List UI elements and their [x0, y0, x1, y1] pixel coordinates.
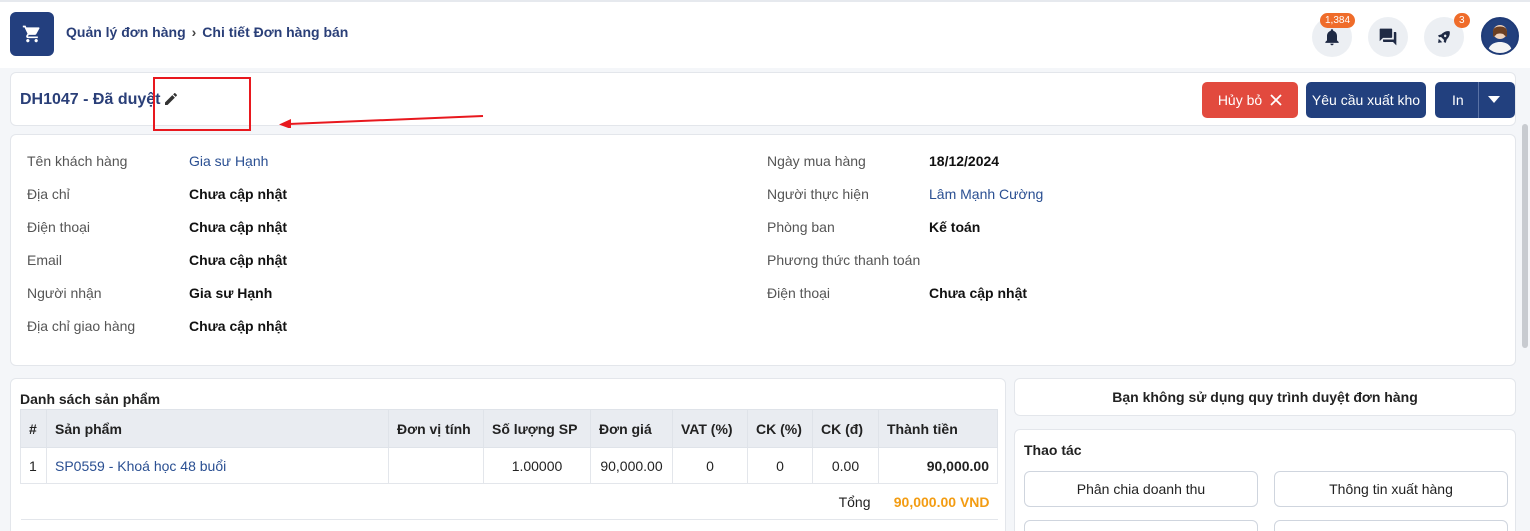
export-request-button[interactable]: Yêu cầu xuất kho: [1306, 82, 1426, 118]
value-shipping-address: Chưa cập nhật: [189, 318, 288, 334]
annotation-arrow-icon: [279, 115, 484, 128]
cancel-button-label: Hủy bỏ: [1217, 92, 1263, 108]
total-value: 90,000.00 VND: [878, 483, 998, 520]
value-performer[interactable]: Lâm Mạnh Cường: [929, 186, 1043, 202]
column-header: Số lượng SP: [483, 409, 591, 448]
notifications-badge: 1,384: [1320, 13, 1356, 28]
cell-line-total: 90,000.00: [878, 447, 998, 484]
approval-notice: Bạn không sử dụng quy trình duyệt đơn hà…: [1014, 378, 1516, 416]
cell-product[interactable]: SP0559 - Khoá học 48 buổi: [46, 447, 389, 484]
label-phone: Điện thoại: [27, 219, 91, 235]
product-table: # Sản phẩm Đơn vị tính Số lượng SP Đơn g…: [20, 409, 998, 520]
cell-unit-price: 90,000.00: [590, 447, 673, 484]
chat-icon: [1379, 28, 1397, 46]
label-address: Địa chỉ: [27, 186, 70, 202]
column-header: Đơn vị tính: [388, 409, 484, 448]
label-recipient: Người nhận: [27, 285, 102, 301]
cell-vat: 0: [672, 447, 748, 484]
actions-title: Thao tác: [1024, 442, 1082, 458]
label-phone-2: Điện thoại: [767, 285, 831, 301]
cell-discount-amount: 0.00: [812, 447, 879, 484]
order-title: DH1047 - Đã duyệt: [20, 91, 161, 108]
print-button-label: In: [1452, 92, 1464, 108]
value-department: Kế toán: [929, 219, 981, 235]
total-row: Tổng 90,000.00 VND: [20, 483, 998, 520]
cart-icon[interactable]: [10, 12, 54, 56]
revenue-split-button[interactable]: Phân chia doanh thu: [1024, 471, 1258, 507]
cell-index: 1: [20, 447, 47, 484]
page-scrollbar[interactable]: [1522, 124, 1528, 348]
product-list-title: Danh sách sản phẩm: [20, 391, 161, 407]
customer-info-card: Tên khách hàng Gia sư Hạnh Địa chỉ Chưa …: [10, 134, 1516, 366]
cell-quantity: 1.00000: [483, 447, 591, 484]
value-recipient: Gia sư Hạnh: [189, 285, 273, 301]
label-purchase-date: Ngày mua hàng: [767, 153, 866, 169]
total-label: Tổng: [20, 483, 879, 520]
table-row: 1 SP0559 - Khoá học 48 buổi 1.00000 90,0…: [20, 447, 998, 484]
cell-discount-percent: 0: [747, 447, 813, 484]
value-customer-name[interactable]: Gia sư Hạnh: [189, 153, 268, 169]
bell-icon: [1325, 29, 1339, 46]
breadcrumb-current: Chi tiết Đơn hàng bán: [202, 24, 349, 40]
table-header-row: # Sản phẩm Đơn vị tính Số lượng SP Đơn g…: [20, 409, 998, 448]
label-customer-name: Tên khách hàng: [27, 153, 128, 169]
column-header: Đơn giá: [590, 409, 673, 448]
actions-card: Thao tác Phân chia doanh thu Thông tin x…: [1014, 429, 1516, 531]
label-performer: Người thực hiện: [767, 186, 869, 202]
cancel-button[interactable]: Hủy bỏ: [1202, 82, 1298, 118]
value-phone: Chưa cập nhật: [189, 219, 288, 235]
label-email: Email: [27, 252, 63, 268]
value-address: Chưa cập nhật: [189, 186, 288, 202]
print-button[interactable]: In: [1435, 82, 1515, 118]
column-header: CK (đ): [812, 409, 879, 448]
breadcrumb-orders[interactable]: Quản lý đơn hàng: [66, 24, 186, 40]
chevron-right-icon: ›: [191, 24, 197, 40]
divider: [1478, 82, 1479, 118]
shipping-info-button[interactable]: Thông tin xuất hàng: [1274, 471, 1508, 507]
value-purchase-date: 18/12/2024: [929, 153, 1000, 169]
column-header: VAT (%): [672, 409, 748, 448]
cell-unit: [388, 447, 484, 484]
column-header: CK (%): [747, 409, 813, 448]
label-shipping-address: Địa chỉ giao hàng: [27, 318, 136, 334]
column-header: Sản phẩm: [46, 409, 389, 448]
column-header: #: [20, 409, 47, 448]
chat-button[interactable]: [1368, 17, 1408, 57]
column-header: Thành tiền: [878, 409, 998, 448]
action-button-4[interactable]: [1274, 520, 1508, 531]
rocket-badge: 3: [1454, 13, 1470, 28]
breadcrumb: Quản lý đơn hàng › Chi tiết Đơn hàng bán: [66, 24, 348, 40]
action-button-3[interactable]: [1024, 520, 1258, 531]
label-department: Phòng ban: [767, 219, 835, 235]
chevron-down-icon: [1488, 96, 1500, 103]
close-icon: [1270, 94, 1282, 106]
annotation-highlight-box: [153, 77, 251, 131]
value-email: Chưa cập nhật: [189, 252, 288, 268]
rocket-icon: [1438, 31, 1450, 43]
top-bar: Quản lý đơn hàng › Chi tiết Đơn hàng bán…: [0, 0, 1530, 68]
product-list-card: Danh sách sản phẩm # Sản phẩm Đơn vị tín…: [10, 378, 1006, 531]
label-payment-method: Phương thức thanh toán: [767, 252, 921, 268]
user-avatar[interactable]: [1481, 17, 1519, 55]
value-phone-2: Chưa cập nhật: [929, 285, 1028, 301]
